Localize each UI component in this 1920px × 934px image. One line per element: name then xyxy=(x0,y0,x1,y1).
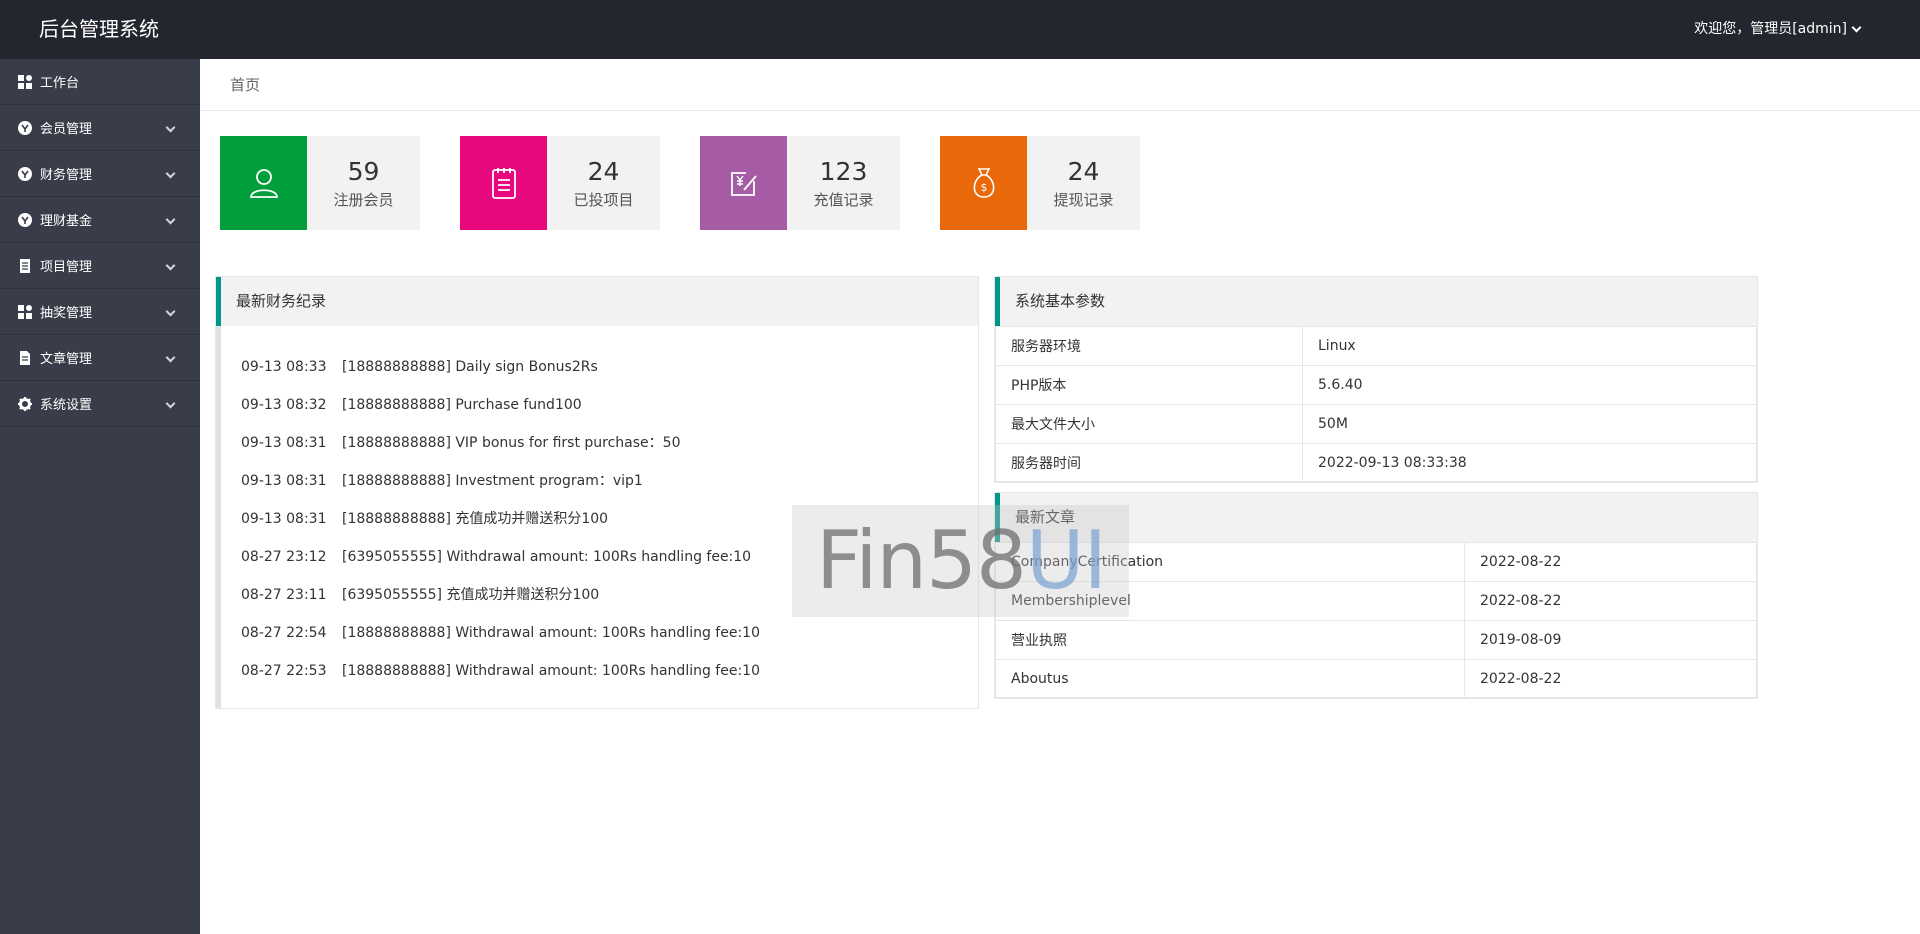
breadcrumb-home[interactable]: 首页 xyxy=(230,59,260,111)
member-icon xyxy=(18,120,32,135)
stat-card-recharge[interactable]: 123 充值记录 xyxy=(700,136,900,230)
fund-icon xyxy=(18,212,32,227)
watermark: Fin58UI xyxy=(792,505,1129,617)
sidebar-item-projects[interactable]: 项目管理 xyxy=(0,243,200,289)
table-row: 最大文件大小 50M xyxy=(995,404,1757,444)
user-icon xyxy=(249,169,278,198)
sidebar-item-label: 会员管理 xyxy=(40,122,93,137)
project-icon xyxy=(18,258,32,273)
sidebar-item-label: 理财基金 xyxy=(40,214,93,229)
sidebar-item-articles[interactable]: 文章管理 xyxy=(0,335,200,381)
table-row: 服务器时间 2022-09-13 08:33:38 xyxy=(995,443,1757,483)
chevron-down-icon xyxy=(165,122,176,133)
clipboard-icon xyxy=(491,168,516,199)
sidebar-item-label: 文章管理 xyxy=(40,352,93,367)
chevron-down-icon xyxy=(1851,22,1862,32)
stat-value: 59 xyxy=(347,156,380,186)
sidebar-item-fund[interactable]: 理财基金 xyxy=(0,197,200,243)
stat-icon-block xyxy=(220,136,307,230)
chevron-down-icon xyxy=(165,214,176,225)
sidebar-item-label: 系统设置 xyxy=(40,398,93,413)
stat-value: 24 xyxy=(587,156,620,186)
dashboard-icon xyxy=(18,74,32,89)
stat-label: 注册会员 xyxy=(333,190,394,209)
stat-label: 已投项目 xyxy=(573,190,634,209)
panel-title: 系统基本参数 xyxy=(995,277,1757,326)
sidebar-item-label: 抽奖管理 xyxy=(40,306,93,321)
panel-title: 最新财务纪录 xyxy=(216,277,978,326)
stat-value: 123 xyxy=(819,156,868,186)
chevron-down-icon xyxy=(165,352,176,363)
chevron-down-icon xyxy=(165,260,176,271)
table-row: PHP版本 5.6.40 xyxy=(995,365,1757,405)
stat-label: 提现记录 xyxy=(1053,190,1114,209)
sidebar-item-label: 工作台 xyxy=(40,76,80,91)
article-icon xyxy=(18,350,32,365)
sidebar: 工作台 会员管理 财务管理 理财基金 项目管理 抽奖管理 文章管理 系统设置 xyxy=(0,59,200,934)
system-panel: 系统基本参数 服务器环境 Linux PHP版本 5.6.40 最大文件大小 50M … xyxy=(994,276,1758,483)
finance-icon xyxy=(18,166,32,181)
stat-card-withdraw[interactable]: $ 24 提现记录 xyxy=(940,136,1140,230)
top-header: 后台管理系统 欢迎您，管理员[admin] xyxy=(0,0,1920,59)
stat-card-projects[interactable]: 24 已投项目 xyxy=(460,136,660,230)
user-greeting: 欢迎您，管理员[admin] xyxy=(1694,21,1847,37)
app-title: 后台管理系统 xyxy=(39,17,159,41)
stat-value: 24 xyxy=(1067,156,1100,186)
svg-text:$: $ xyxy=(980,181,987,194)
lottery-icon xyxy=(18,304,32,319)
list-item: 08-27 22:53 [18888888888] Withdrawal amou… xyxy=(241,663,760,679)
sidebar-item-lottery[interactable]: 抽奖管理 xyxy=(0,289,200,335)
list-item: 09-13 08:31 [18888888888] Investment prog… xyxy=(241,473,643,489)
table-row[interactable]: Aboutus 2022-08-22 xyxy=(995,659,1757,699)
recharge-icon xyxy=(730,172,757,196)
list-item: 09-13 08:31 [18888888888] VIP bonus for f… xyxy=(241,435,681,451)
system-table: 服务器环境 Linux PHP版本 5.6.40 最大文件大小 50M 服务器时间 20… xyxy=(995,326,1757,483)
sidebar-item-finance[interactable]: 财务管理 xyxy=(0,151,200,197)
stat-card-members[interactable]: 59 注册会员 xyxy=(220,136,420,230)
list-item: 09-13 08:33 [18888888888] Daily sign Bonu… xyxy=(241,359,598,375)
gear-icon xyxy=(18,396,32,411)
finance-panel: 最新财务纪录 09-13 08:33 [18888888888] Daily si… xyxy=(215,276,979,709)
chevron-down-icon xyxy=(165,168,176,179)
list-item: 08-27 22:54 [18888888888] Withdrawal amou… xyxy=(241,625,760,641)
user-menu[interactable]: 欢迎您，管理员[admin] xyxy=(1694,0,1862,59)
list-item: 09-13 08:32 [18888888888] Purchase fund10… xyxy=(241,397,582,413)
stat-icon-block xyxy=(460,136,547,230)
breadcrumb: 首页 xyxy=(200,59,1920,111)
sidebar-item-label: 项目管理 xyxy=(40,260,93,275)
sidebar-item-label: 财务管理 xyxy=(40,168,93,183)
table-row: 服务器环境 Linux xyxy=(995,326,1757,366)
money-bag-icon: $ xyxy=(973,168,994,198)
sidebar-item-members[interactable]: 会员管理 xyxy=(0,105,200,151)
table-row[interactable]: 营业执照 2019-08-09 xyxy=(995,620,1757,660)
sidebar-item-dashboard[interactable]: 工作台 xyxy=(0,59,200,105)
stat-label: 充值记录 xyxy=(813,190,874,209)
chevron-down-icon xyxy=(165,306,176,317)
stat-icon-block: $ xyxy=(940,136,1027,230)
sidebar-item-settings[interactable]: 系统设置 xyxy=(0,381,200,427)
stat-icon-block xyxy=(700,136,787,230)
chevron-down-icon xyxy=(165,398,176,409)
